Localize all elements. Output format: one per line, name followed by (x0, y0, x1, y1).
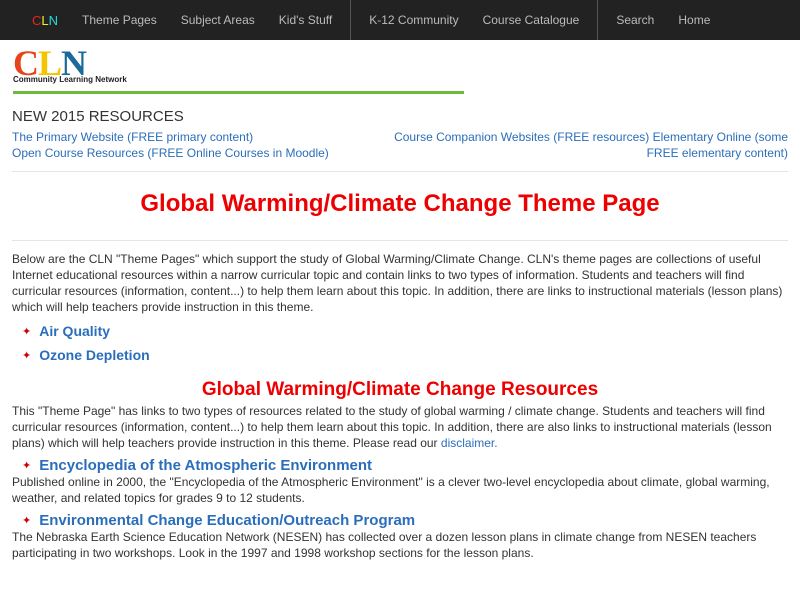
course-companion-link[interactable]: Course Companion Websites (FREE resource… (394, 130, 788, 144)
intro-text: Below are the CLN "Theme Pages" which su… (12, 252, 783, 314)
brand-c: C (32, 12, 42, 28)
bullet-icon: ✦ (22, 325, 32, 338)
cln-logo[interactable]: CLN Community Learning Network (13, 45, 464, 94)
logo-subtitle: Community Learning Network (13, 75, 127, 84)
nav-divider (350, 0, 352, 40)
brand-l: L (41, 12, 49, 28)
bullet-icon: ✦ (22, 349, 32, 362)
resource-link[interactable]: Environmental Change Education/Outreach … (39, 512, 415, 529)
resource-description: Published online in 2000, the "Encyclope… (12, 475, 770, 505)
nav-search[interactable]: Search (604, 13, 666, 27)
nav-divider (597, 0, 599, 40)
nav-brand[interactable]: CLN (0, 13, 70, 28)
nav-home[interactable]: Home (666, 13, 722, 27)
nav-subject-areas[interactable]: Subject Areas (169, 13, 267, 27)
nav-kids-stuff[interactable]: Kid's Stuff (267, 13, 344, 27)
bullet-icon: ✦ (22, 460, 32, 472)
brand-n: N (48, 12, 59, 28)
resources-intro: This "Theme Page" has links to two types… (12, 404, 772, 450)
topic-air-quality[interactable]: Air Quality (39, 323, 110, 339)
disclaimer-link[interactable]: disclaimer. (441, 436, 498, 450)
new-resources-heading: NEW 2015 RESOURCES (12, 108, 184, 125)
primary-website-link[interactable]: The Primary Website (FREE primary conten… (12, 130, 253, 144)
divider (12, 240, 788, 241)
divider (12, 171, 788, 172)
nav-k12-community[interactable]: K-12 Community (357, 13, 470, 27)
nav-theme-pages[interactable]: Theme Pages (70, 13, 169, 27)
bullet-icon: ✦ (22, 515, 32, 527)
top-nav: CLN Theme Pages Subject Areas Kid's Stuf… (0, 0, 800, 40)
open-course-link[interactable]: Open Course Resources (FREE Online Cours… (12, 146, 329, 160)
page-title: Global Warming/Climate Change Theme Page (140, 190, 660, 217)
elementary-online-link[interactable]: FREE elementary content) (647, 146, 788, 160)
resource-description: The Nebraska Earth Science Education Net… (12, 530, 757, 560)
resource-link[interactable]: Encyclopedia of the Atmospheric Environm… (39, 457, 372, 474)
topic-ozone-depletion[interactable]: Ozone Depletion (39, 347, 149, 363)
resources-heading: Global Warming/Climate Change Resources (201, 379, 599, 400)
nav-course-catalogue[interactable]: Course Catalogue (471, 13, 592, 27)
